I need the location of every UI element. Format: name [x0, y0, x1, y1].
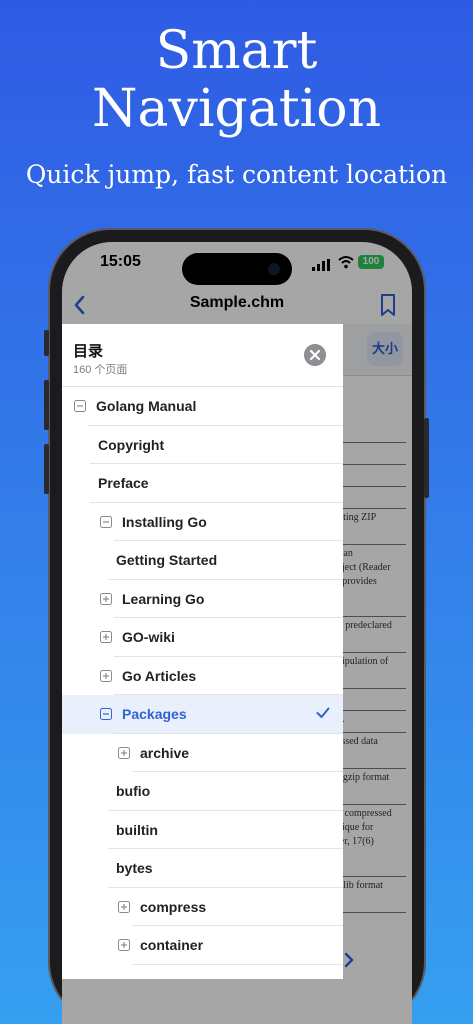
toc-item[interactable]: Copyright — [62, 426, 343, 464]
toc-item[interactable]: Go Articles — [62, 657, 343, 695]
volume-up-button — [44, 380, 49, 430]
toc-item-label: Copyright — [98, 436, 165, 453]
promo-title-line1: Smart — [155, 21, 318, 81]
volume-down-button — [44, 444, 49, 494]
toc-item-label: container — [140, 937, 204, 953]
toc-title: 目录 — [73, 343, 104, 360]
toc-item[interactable]: archive — [62, 734, 343, 772]
toc-item[interactable]: Getting Started — [62, 541, 343, 580]
toc-item-label: Learning Go — [122, 590, 205, 607]
toc-item-label: GO-wiki — [122, 629, 175, 645]
promo-title-line2: Navigation — [91, 79, 382, 139]
toc-item-label: Golang Manual — [96, 398, 197, 414]
toc-item-label: archive — [140, 744, 190, 761]
toc-item-label: Go Articles — [122, 667, 197, 684]
toc-item-label: bufio — [116, 783, 151, 799]
toc-item[interactable]: Preface — [62, 464, 343, 503]
toc-item[interactable]: bytes — [62, 849, 343, 888]
toc-item-label: Getting Started — [116, 552, 218, 568]
toc-item[interactable]: bufio — [62, 772, 343, 811]
mute-switch — [44, 330, 49, 356]
power-button — [424, 418, 429, 498]
toc-item[interactable]: Packages — [62, 695, 343, 734]
collapse-minus-icon[interactable] — [100, 515, 112, 528]
toc-item-label: compress — [140, 898, 207, 915]
collapse-minus-icon[interactable] — [100, 708, 112, 720]
toc-item-label: Preface — [98, 475, 149, 491]
checkmark-icon — [316, 707, 330, 718]
toc-item[interactable]: Learning Go — [62, 580, 343, 618]
promo-title: Smart Navigation — [0, 22, 473, 138]
expand-plus-icon[interactable] — [100, 669, 112, 682]
toc-item-label: Packages — [122, 706, 187, 722]
toc-item[interactable]: GO-wiki — [62, 618, 343, 657]
toc-item[interactable]: Installing Go — [62, 503, 343, 541]
expand-plus-icon[interactable] — [118, 900, 130, 913]
toc-item-label: bytes — [116, 860, 153, 876]
expand-plus-icon[interactable] — [118, 939, 130, 951]
toc-page-count: 160 个页面 — [73, 364, 128, 376]
expand-plus-icon[interactable] — [100, 592, 112, 605]
toc-item[interactable]: container — [62, 926, 343, 965]
row-divider — [132, 963, 343, 965]
toc-panel: 目录 160 个页面 Golang Manual Copyright Preface… — [62, 324, 343, 979]
toc-item[interactable]: builtin — [62, 811, 343, 849]
toc-header: 目录 160 个页面 — [62, 324, 343, 387]
toc-item-label: Installing Go — [122, 513, 207, 530]
toc-item-label: builtin — [116, 821, 158, 838]
promo-subtitle: Quick jump, fast content location — [25, 160, 448, 189]
toc-item[interactable]: compress — [62, 888, 343, 926]
phone-screen: 15:05 100 Sample.chm 大小 riting ZIPs an b… — [62, 242, 412, 1024]
expand-plus-icon[interactable] — [118, 746, 130, 759]
close-icon[interactable] — [304, 344, 326, 366]
expand-plus-icon[interactable] — [100, 631, 112, 643]
collapse-minus-icon[interactable] — [74, 400, 86, 412]
toc-item[interactable]: Golang Manual — [62, 387, 343, 426]
